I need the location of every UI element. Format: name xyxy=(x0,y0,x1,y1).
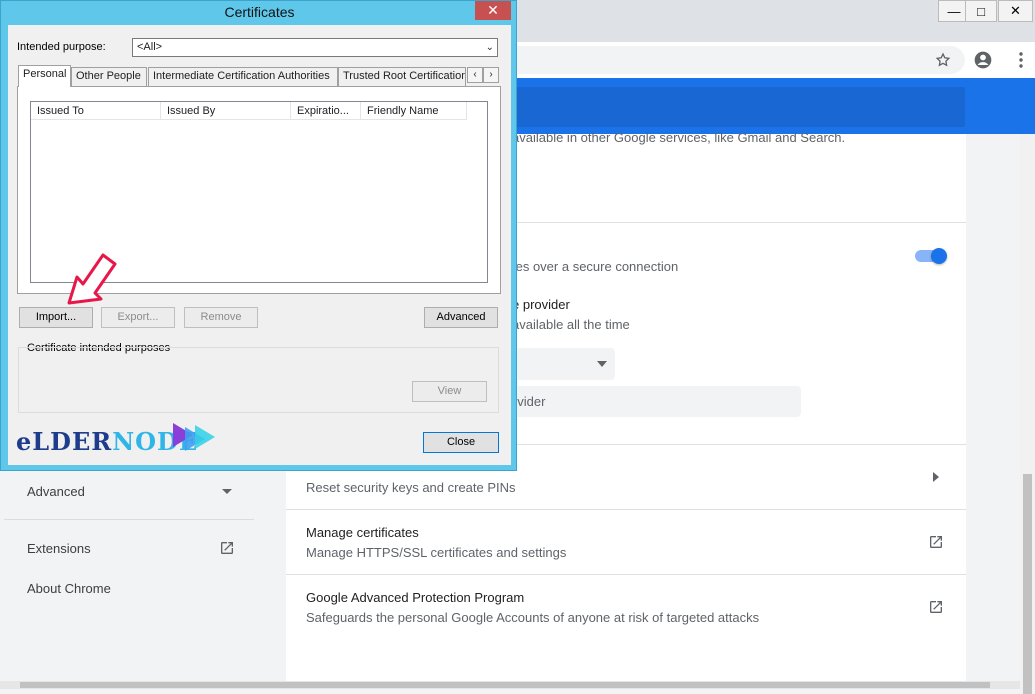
column-friendly-name[interactable]: Friendly Name xyxy=(361,102,467,120)
chevron-down-icon[interactable] xyxy=(222,489,232,494)
column-issued-to[interactable]: Issued To xyxy=(31,102,161,120)
dialog-close-button[interactable]: ✕ xyxy=(475,1,511,20)
manage-certificates-title[interactable]: Manage certificates xyxy=(306,525,419,540)
section-partial-text: available in other Google services, like… xyxy=(512,130,846,145)
external-link-icon[interactable] xyxy=(928,599,944,615)
red-arrow-icon xyxy=(67,253,117,305)
security-keys-description: Reset security keys and create PINs xyxy=(306,480,516,495)
tab-scroll-right[interactable]: › xyxy=(483,67,499,83)
chevron-down-icon: ⌄ xyxy=(485,42,494,53)
sidebar-item-label: Advanced xyxy=(27,484,85,499)
star-icon[interactable] xyxy=(933,50,953,70)
horizontal-scrollbar[interactable] xyxy=(0,681,1020,689)
account-icon[interactable] xyxy=(973,50,993,70)
sidebar-item-advanced[interactable]: Advanced xyxy=(27,484,85,499)
tab-trusted-root[interactable]: Trusted Root Certification xyxy=(338,67,466,86)
row-divider xyxy=(286,509,966,510)
intended-purpose-value: <All> xyxy=(137,41,163,53)
tab-other-people[interactable]: Other People xyxy=(71,67,147,86)
certificates-dialog: Certificates ✕ Intended purpose: <All> ⌄… xyxy=(0,0,517,471)
tab-intermediate-ca[interactable]: Intermediate Certification Authorities xyxy=(148,67,338,86)
sidebar-item-label: About Chrome xyxy=(27,581,111,596)
external-link-icon[interactable] xyxy=(219,540,235,556)
sidebar-item-about-chrome[interactable]: About Chrome xyxy=(27,581,111,596)
row-divider xyxy=(286,574,966,575)
column-expiration[interactable]: Expiratio... xyxy=(291,102,361,120)
remove-button[interactable]: Remove xyxy=(184,307,258,328)
tab-personal[interactable]: Personal xyxy=(18,65,71,87)
provider-radio-description: available all the time xyxy=(512,317,630,332)
close-button[interactable]: Close xyxy=(423,432,499,453)
custom-provider-input[interactable]: ovider xyxy=(505,386,801,417)
intended-purpose-select[interactable]: <All> ⌄ xyxy=(132,38,498,57)
dialog-client-area: Intended purpose: <All> ⌄ Personal Other… xyxy=(8,25,511,465)
view-button[interactable]: View xyxy=(412,381,487,402)
address-bar[interactable] xyxy=(505,46,965,74)
kebab-icon[interactable] xyxy=(1011,50,1031,70)
export-button[interactable]: Export... xyxy=(101,307,175,328)
external-link-icon[interactable] xyxy=(928,534,944,550)
secure-dns-toggle-knob[interactable] xyxy=(931,248,947,264)
eldernode-logo-icon xyxy=(173,423,215,451)
close-icon: ✕ xyxy=(487,2,499,18)
sidebar-divider xyxy=(4,519,254,520)
maximize-button[interactable]: □ xyxy=(965,0,997,22)
import-button[interactable]: Import... xyxy=(19,307,93,328)
advanced-protection-title[interactable]: Google Advanced Protection Program xyxy=(306,590,524,605)
advanced-button[interactable]: Advanced xyxy=(424,307,498,328)
chevron-right-icon[interactable] xyxy=(933,472,939,482)
tab-scroll-left[interactable]: ‹ xyxy=(467,67,483,83)
column-issued-by[interactable]: Issued By xyxy=(161,102,291,120)
sidebar-item-extensions[interactable]: Extensions xyxy=(27,541,91,556)
manage-certificates-description: Manage HTTPS/SSL certificates and settin… xyxy=(306,545,567,560)
provider-select[interactable] xyxy=(505,348,615,380)
settings-search-box[interactable] xyxy=(505,87,965,127)
provider-radio-label[interactable]: e provider xyxy=(512,297,570,312)
dialog-title: Certificates xyxy=(224,4,295,20)
advanced-protection-description: Safeguards the personal Google Accounts … xyxy=(306,610,760,625)
sidebar-item-label: Extensions xyxy=(27,541,91,556)
chevron-down-icon xyxy=(597,361,607,367)
purposes-groupbox xyxy=(18,347,499,413)
intended-purpose-label: Intended purpose: xyxy=(17,41,106,53)
window-close-button[interactable]: ✕ xyxy=(998,0,1033,22)
secure-dns-description: tes over a secure connection xyxy=(512,259,679,274)
vertical-scrollbar[interactable] xyxy=(1020,134,1035,694)
